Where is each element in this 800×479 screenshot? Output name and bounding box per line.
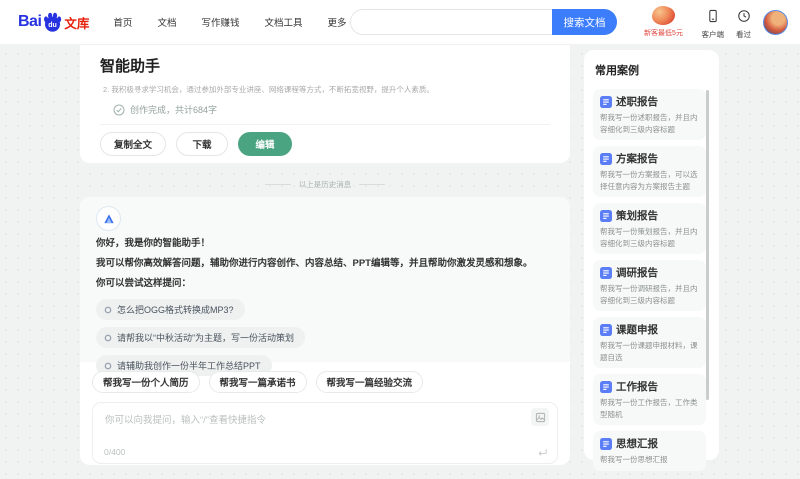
case-item-planning-report[interactable]: 策划报告 帮我写一份策划报告，并且内容细化到三级内容标题 bbox=[593, 203, 706, 254]
doc-actions: 复制全文 下载 编辑 bbox=[100, 132, 550, 156]
welcome-greeting: 你好，我是你的智能助手！ bbox=[96, 238, 211, 249]
case-desc: 帮我写一份课题申报材料，课题自选 bbox=[600, 341, 698, 362]
assistant-welcome-message: 你好，我是你的智能助手！ 我可以帮你高效解答问题，辅助你进行内容创作、内容总结、… bbox=[80, 197, 570, 376]
case-item-thought-report[interactable]: 思想汇报 帮我写一份思想汇报 bbox=[593, 431, 706, 471]
nav-more[interactable]: 更多 bbox=[327, 15, 346, 29]
common-cases-sidebar: 常用案例 述职报告 帮我写一份述职报告，并且内容细化到三级内容标题 方案报告 帮… bbox=[584, 50, 719, 471]
divider-rule bbox=[264, 184, 291, 185]
document-icon bbox=[600, 95, 612, 108]
document-icon bbox=[600, 380, 612, 393]
primary-nav: 首页 文档 写作赚钱 文档工具 更多 bbox=[113, 15, 346, 29]
document-icon bbox=[600, 266, 612, 279]
logo-wenku-text: 文库 bbox=[64, 16, 90, 31]
generated-doc-text: 2. 我积极寻求学习机会，通过参加外部专业讲座、网络课程等方式，不断拓宽视野，提… bbox=[103, 85, 434, 94]
divider-rule bbox=[359, 184, 386, 185]
image-upload-icon[interactable] bbox=[531, 408, 549, 426]
case-title: 述职报告 bbox=[616, 96, 658, 108]
top-navbar: Bai du 文库 首页 文档 写作赚钱 文档工具 更多 搜索文档 新客最低5元… bbox=[0, 0, 800, 45]
suggestion-chip[interactable]: 请帮我以“中秋活动”为主题，写一份活动策划 bbox=[96, 327, 305, 348]
search-bar: 搜索文档 bbox=[350, 9, 617, 35]
nav-home[interactable]: 首页 bbox=[113, 15, 132, 29]
prompt-dot-icon bbox=[104, 306, 112, 313]
case-desc: 帮我写一份工作报告，工作类型随机 bbox=[600, 398, 698, 419]
divider-line bbox=[100, 124, 550, 125]
quick-prompt-commitment[interactable]: 帮我写一篇承诺书 bbox=[208, 371, 307, 393]
history-result-card: 智能助手 2. 我积极寻求学习机会，通过参加外部专业讲座、网络课程等方式，不断拓… bbox=[80, 45, 570, 163]
suggestion-chip[interactable]: 怎么把OGG格式转换成MP3? bbox=[96, 299, 245, 320]
prompt-dot-icon bbox=[104, 362, 112, 369]
case-desc: 帮我写一份思想汇报 bbox=[600, 455, 668, 464]
document-icon bbox=[600, 323, 612, 336]
edit-button[interactable]: 编辑 bbox=[238, 132, 292, 156]
case-item-project-application[interactable]: 课题申报 帮我写一份课题申报材料，课题自选 bbox=[593, 317, 706, 368]
clock-icon bbox=[737, 10, 750, 22]
case-title: 课题申报 bbox=[616, 324, 658, 336]
case-item-debrief-report[interactable]: 述职报告 帮我写一份述职报告，并且内容细化到三级内容标题 bbox=[593, 89, 706, 140]
chat-input-box: 0/400 bbox=[92, 402, 558, 464]
case-desc: 帮我写一份述职报告，并且内容细化到三级内容标题 bbox=[600, 113, 698, 134]
viewed-history-entry[interactable]: 看过 bbox=[736, 4, 751, 40]
history-divider: 以上是历史消息 bbox=[80, 179, 570, 190]
client-app-entry[interactable]: 客户端 bbox=[701, 4, 725, 40]
char-counter: 0/400 bbox=[104, 447, 126, 457]
nav-write-earn[interactable]: 写作赚钱 bbox=[201, 15, 239, 29]
logo-bai-text: Bai bbox=[18, 13, 42, 30]
navbar-right: 新客最低5元 客户端 看过 bbox=[638, 4, 788, 40]
client-label: 客户端 bbox=[701, 30, 725, 39]
case-item-research-report[interactable]: 调研报告 帮我写一份调研报告，并且内容细化到三级内容标题 bbox=[593, 260, 706, 311]
case-title: 调研报告 bbox=[616, 267, 658, 279]
check-circle-icon bbox=[113, 104, 125, 115]
quick-prompt-experience[interactable]: 帮我写一篇经验交流 bbox=[315, 371, 424, 393]
baidu-wenku-logo[interactable]: Bai du 文库 bbox=[18, 11, 89, 34]
document-icon bbox=[600, 152, 612, 165]
prompt-dot-icon bbox=[104, 334, 112, 341]
assistant-logo-icon bbox=[103, 213, 114, 223]
case-title: 工作报告 bbox=[616, 381, 658, 393]
case-desc: 帮我写一份调研报告，并且内容细化到三级内容标题 bbox=[600, 284, 698, 305]
nav-docs[interactable]: 文档 bbox=[157, 15, 176, 29]
case-item-work-report[interactable]: 工作报告 帮我写一份工作报告，工作类型随机 bbox=[593, 374, 706, 425]
case-desc: 帮我写一份策划报告，并且内容细化到三级内容标题 bbox=[600, 227, 698, 248]
suggestion-text: 请帮我以“中秋活动”为主题，写一份活动策划 bbox=[117, 333, 294, 343]
copy-full-text-button[interactable]: 复制全文 bbox=[100, 132, 166, 156]
chat-panel: 你好，我是你的智能助手！ 我可以帮你高效解答问题，辅助你进行内容创作、内容总结、… bbox=[80, 197, 570, 465]
viewed-label: 看过 bbox=[736, 30, 751, 39]
quick-prompt-row: 帮我写一份个人简历 帮我写一篇承诺书 帮我写一篇经验交流 bbox=[92, 371, 558, 393]
download-button[interactable]: 下载 bbox=[176, 132, 228, 156]
case-item-plan-report[interactable]: 方案报告 帮我写一份方案报告，可以选择任意内容为方案报告主题 bbox=[593, 146, 706, 197]
status-text: 创作完成，共计684字 bbox=[130, 105, 218, 115]
case-list: 述职报告 帮我写一份述职报告，并且内容细化到三级内容标题 方案报告 帮我写一份方… bbox=[593, 89, 706, 471]
case-title: 思想汇报 bbox=[616, 438, 658, 450]
case-desc: 帮我写一份方案报告，可以选择任意内容为方案报告主题 bbox=[600, 170, 698, 191]
user-avatar[interactable] bbox=[763, 10, 788, 35]
welcome-intro: 我可以帮你高效解答问题，辅助你进行内容创作、内容总结、PPT编辑等，并且帮助你激… bbox=[96, 258, 533, 269]
divider-label: 以上是历史消息 bbox=[298, 180, 352, 189]
phone-client-icon bbox=[709, 9, 717, 23]
document-icon bbox=[600, 437, 612, 450]
search-button[interactable]: 搜索文档 bbox=[552, 9, 617, 35]
svg-text:du: du bbox=[49, 21, 58, 28]
sidebar-scrollbar[interactable] bbox=[706, 90, 709, 400]
case-title: 策划报告 bbox=[616, 210, 658, 222]
suggestion-text: 怎么把OGG格式转换成MP3? bbox=[117, 305, 234, 315]
welcome-try-label: 你可以尝试这样提问： bbox=[96, 278, 192, 289]
chat-input[interactable] bbox=[103, 410, 513, 444]
document-icon bbox=[600, 209, 612, 222]
creation-status: 创作完成，共计684字 bbox=[113, 103, 550, 116]
nav-doc-tools[interactable]: 文档工具 bbox=[264, 15, 302, 29]
promo-label: 新客最低5元 bbox=[644, 30, 683, 37]
sidebar-title: 常用案例 bbox=[595, 65, 639, 77]
promo-mascot-icon bbox=[652, 6, 675, 25]
page-title: 智能助手 bbox=[100, 58, 161, 75]
enter-send-icon[interactable] bbox=[537, 447, 548, 458]
search-input[interactable] bbox=[363, 11, 548, 33]
assistant-avatar bbox=[96, 206, 121, 231]
baidu-paw-icon: du bbox=[44, 12, 62, 32]
case-title: 方案报告 bbox=[616, 153, 658, 165]
composer-area: 帮我写一份个人简历 帮我写一篇承诺书 帮我写一篇经验交流 0/400 bbox=[80, 362, 570, 464]
new-user-promo[interactable]: 新客最低5元 bbox=[638, 4, 690, 38]
quick-prompt-resume[interactable]: 帮我写一份个人简历 bbox=[92, 371, 200, 393]
